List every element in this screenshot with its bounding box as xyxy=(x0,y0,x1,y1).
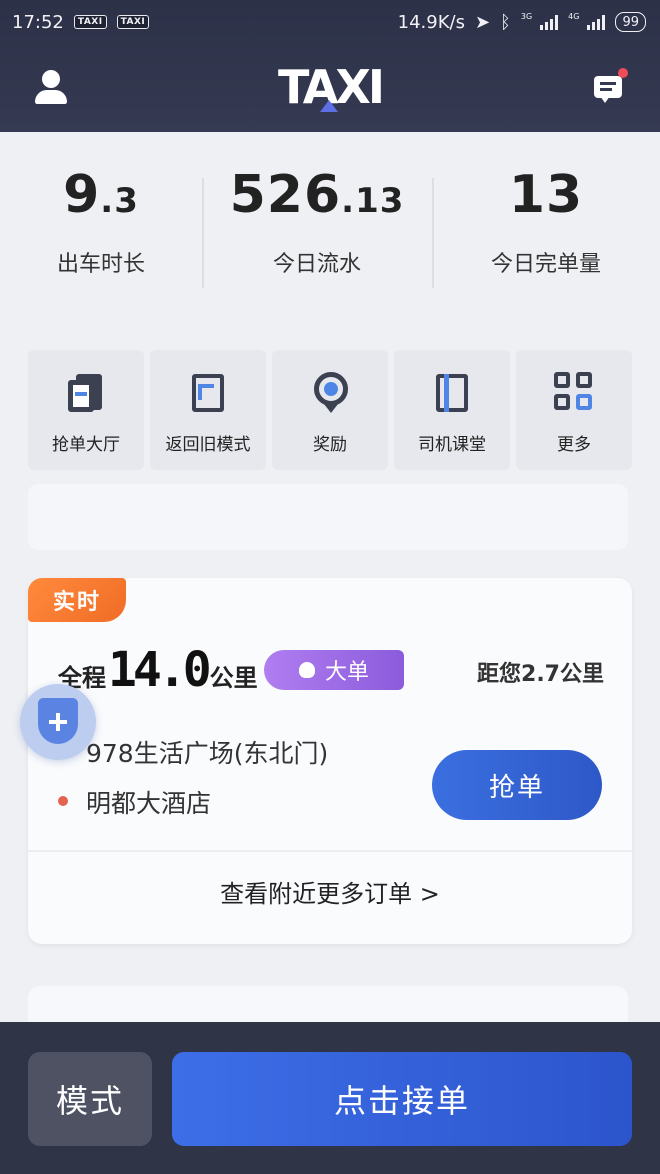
return-icon xyxy=(188,372,228,414)
book-icon xyxy=(432,372,472,414)
action-label: 司机课堂 xyxy=(418,435,486,455)
destination-address: 明都大酒店 xyxy=(86,789,212,818)
stat-label: 今日完单量 xyxy=(490,252,601,277)
money-bag-icon xyxy=(298,662,315,678)
more-orders-link[interactable]: 查看附近更多订单 > xyxy=(28,874,632,909)
stat-value: 13 xyxy=(508,165,584,225)
signal-label-4g: 4G xyxy=(568,11,580,21)
action-label: 奖励 xyxy=(313,435,347,455)
signal-icon-2 xyxy=(587,14,606,30)
stat-online-hours: 9.3 出车时长 xyxy=(0,160,202,300)
card-divider xyxy=(28,850,632,852)
action-return-old-mode[interactable]: 返回旧模式 xyxy=(150,350,266,470)
action-reward[interactable]: 奖励 xyxy=(272,350,388,470)
grid-icon xyxy=(554,372,594,414)
stat-label: 今日流水 xyxy=(272,252,361,277)
signal-icon xyxy=(540,14,559,30)
unread-dot xyxy=(618,68,628,78)
action-label: 更多 xyxy=(557,435,591,455)
location-icon: ➤ xyxy=(474,11,491,33)
pickup-distance: 距您2.7公里 xyxy=(477,662,604,687)
stat-divider xyxy=(202,178,204,288)
battery-icon: 99 xyxy=(615,12,646,32)
status-time: 17:52 xyxy=(12,11,64,33)
stat-value: 9 xyxy=(63,165,101,225)
realtime-tag: 实时 xyxy=(28,578,126,622)
user-icon[interactable] xyxy=(34,70,68,106)
safety-shield-button[interactable] xyxy=(20,684,96,760)
banner-strip xyxy=(28,484,628,550)
stat-value: 526 xyxy=(229,165,342,225)
bluetooth-icon: ᛒ xyxy=(500,11,511,33)
network-speed: 14.9K/s xyxy=(397,11,465,33)
order-hall-icon xyxy=(66,372,106,414)
notification-badge-taxi-2: TAXI xyxy=(116,15,150,29)
action-label: 抢单大厅 xyxy=(52,435,120,455)
trip-distance: 全程 14.0 公里 xyxy=(58,642,258,698)
app-header: 17:52 TAXI TAXI 14.9K/s ➤ ᛒ 3G 4G 99 TAX… xyxy=(0,0,660,132)
signal-label-3g: 3G xyxy=(520,11,533,21)
action-label: 返回旧模式 xyxy=(165,435,251,455)
message-icon[interactable] xyxy=(594,68,628,104)
stat-decimal: .13 xyxy=(341,181,405,221)
action-driver-class[interactable]: 司机课堂 xyxy=(394,350,510,470)
big-order-badge: 大单 xyxy=(264,650,404,690)
accept-orders-button[interactable]: 点击接单 xyxy=(172,1052,632,1146)
order-card[interactable]: 实时 全程 14.0 公里 大单 距您2.7公里 978生活广场(东北门) 明都… xyxy=(28,578,632,944)
trip-unit: 公里 xyxy=(209,664,258,692)
logo-triangle-icon xyxy=(320,100,338,112)
status-bar: 17:52 TAXI TAXI 14.9K/s ➤ ᛒ 3G 4G 99 xyxy=(0,0,660,44)
stat-decimal: .3 xyxy=(100,181,139,221)
notification-badge-taxi: TAXI xyxy=(73,15,107,29)
stat-today-revenue: 526.13 今日流水 xyxy=(202,160,432,300)
action-order-hall[interactable]: 抢单大厅 xyxy=(28,350,144,470)
origin-address: 978生活广场(东北门) xyxy=(86,739,329,768)
stat-label: 出车时长 xyxy=(56,252,145,277)
trip-km-value: 14.0 xyxy=(108,642,212,698)
grab-order-button[interactable]: 抢单 xyxy=(432,750,602,820)
bottom-bar: 模式 点击接单 xyxy=(0,1022,660,1174)
reward-icon xyxy=(310,372,350,414)
stat-completed-orders: 13 今日完单量 xyxy=(432,160,660,300)
stats-panel: 9.3 出车时长 526.13 今日流水 13 今日完单量 xyxy=(0,160,660,300)
mode-button[interactable]: 模式 xyxy=(28,1052,152,1146)
destination-dot-icon xyxy=(58,796,68,806)
stat-divider xyxy=(432,178,434,288)
action-more[interactable]: 更多 xyxy=(516,350,632,470)
quick-actions: 抢单大厅 返回旧模式 奖励 司机课堂 更多 xyxy=(28,350,632,470)
badge-label: 大单 xyxy=(324,660,369,685)
